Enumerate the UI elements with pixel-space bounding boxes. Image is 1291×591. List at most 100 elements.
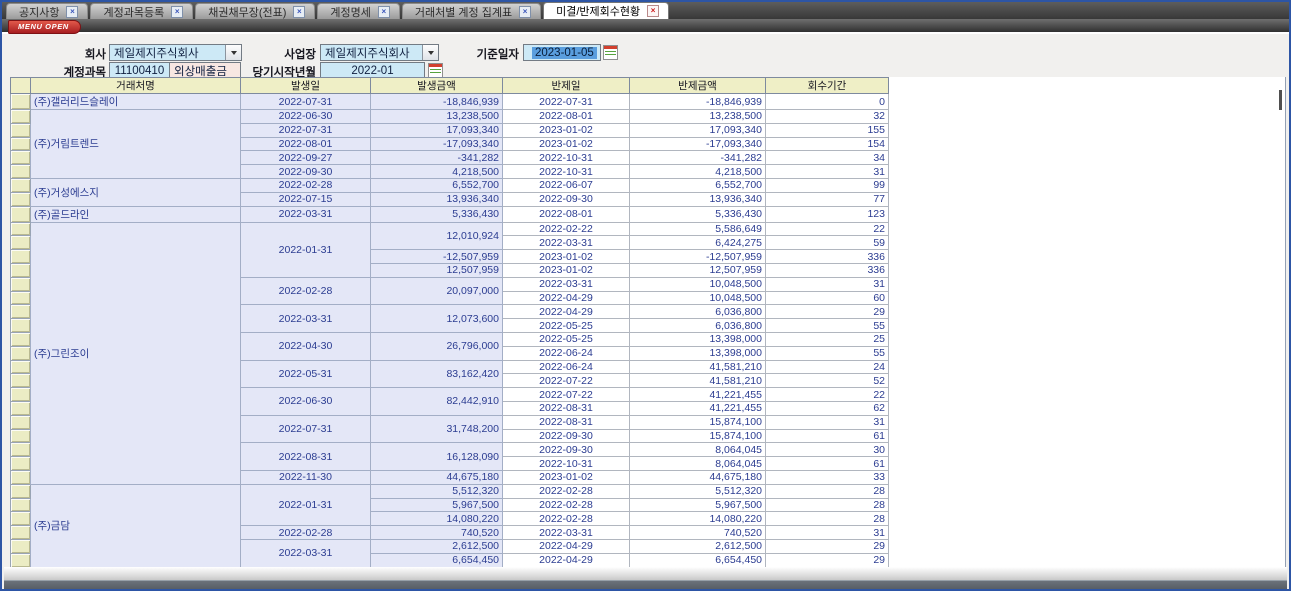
vendor-cell[interactable]: (주)거림트렌드 bbox=[31, 110, 241, 179]
occur-amount-cell[interactable]: 12,010,924 bbox=[371, 222, 503, 250]
settle-date-cell[interactable]: 2022-03-31 bbox=[503, 526, 630, 540]
menu-open-button[interactable]: MENU OPEN bbox=[8, 20, 81, 34]
collection-days-cell[interactable]: 154 bbox=[766, 137, 889, 151]
vendor-cell[interactable]: (주)골드라인 bbox=[31, 206, 241, 222]
collection-days-cell[interactable]: 29 bbox=[766, 539, 889, 553]
settle-date-cell[interactable]: 2022-04-29 bbox=[503, 291, 630, 305]
column-header-3[interactable]: 반제일 bbox=[503, 78, 630, 94]
collection-days-cell[interactable]: 336 bbox=[766, 250, 889, 264]
occur-date-cell[interactable]: 2022-04-30 bbox=[241, 332, 371, 360]
row-selector-cell[interactable] bbox=[11, 236, 31, 250]
row-selector-cell[interactable] bbox=[11, 526, 31, 540]
row-selector-cell[interactable] bbox=[11, 484, 31, 498]
tab-close-icon[interactable]: × bbox=[293, 6, 305, 18]
settle-date-cell[interactable]: 2022-03-31 bbox=[503, 277, 630, 291]
occur-amount-cell[interactable]: -12,507,959 bbox=[371, 250, 503, 264]
occur-amount-cell[interactable]: 5,336,430 bbox=[371, 206, 503, 222]
settle-date-cell[interactable]: 2022-04-29 bbox=[503, 305, 630, 319]
vendor-cell[interactable]: (주)그린조이 bbox=[31, 222, 241, 484]
settle-date-cell[interactable]: 2022-02-22 bbox=[503, 222, 630, 236]
occur-amount-cell[interactable]: -17,093,340 bbox=[371, 137, 503, 151]
settle-date-cell[interactable]: 2022-07-22 bbox=[503, 374, 630, 388]
settle-date-cell[interactable]: 2023-01-02 bbox=[503, 123, 630, 137]
row-selector-cell[interactable] bbox=[11, 151, 31, 165]
occur-date-cell[interactable]: 2022-03-31 bbox=[241, 539, 371, 567]
settle-amount-cell[interactable]: 5,586,649 bbox=[630, 222, 766, 236]
column-header-0[interactable]: 거래처명 bbox=[31, 78, 241, 94]
settle-amount-cell[interactable]: 14,080,220 bbox=[630, 512, 766, 526]
occur-amount-cell[interactable]: 82,442,910 bbox=[371, 388, 503, 416]
settle-amount-cell[interactable]: 15,874,100 bbox=[630, 415, 766, 429]
occur-amount-cell[interactable]: 6,654,450 bbox=[371, 553, 503, 567]
occur-date-cell[interactable]: 2022-08-31 bbox=[241, 443, 371, 471]
occur-amount-cell[interactable]: 31,748,200 bbox=[371, 415, 503, 443]
column-header-2[interactable]: 발생금액 bbox=[371, 78, 503, 94]
row-selector-cell[interactable] bbox=[11, 346, 31, 360]
occur-date-cell[interactable]: 2022-08-01 bbox=[241, 137, 371, 151]
row-selector-cell[interactable] bbox=[11, 192, 31, 206]
collection-days-cell[interactable]: 31 bbox=[766, 415, 889, 429]
settle-amount-cell[interactable]: 10,048,500 bbox=[630, 277, 766, 291]
chevron-down-icon[interactable] bbox=[422, 45, 438, 60]
collection-days-cell[interactable]: 32 bbox=[766, 110, 889, 124]
settle-date-cell[interactable]: 2022-06-24 bbox=[503, 360, 630, 374]
settle-date-cell[interactable]: 2022-06-07 bbox=[503, 178, 630, 192]
settle-date-cell[interactable]: 2022-07-22 bbox=[503, 388, 630, 402]
row-selector-cell[interactable] bbox=[11, 305, 31, 319]
row-selector-cell[interactable] bbox=[11, 94, 31, 110]
settle-amount-cell[interactable]: 4,218,500 bbox=[630, 165, 766, 179]
tab-close-icon[interactable]: × bbox=[378, 6, 390, 18]
settle-amount-cell[interactable]: 6,654,450 bbox=[630, 553, 766, 567]
settle-date-cell[interactable]: 2022-09-30 bbox=[503, 443, 630, 457]
collection-days-cell[interactable]: 59 bbox=[766, 236, 889, 250]
settle-amount-cell[interactable]: -17,093,340 bbox=[630, 137, 766, 151]
occur-amount-cell[interactable]: 5,512,320 bbox=[371, 484, 503, 498]
occur-amount-cell[interactable]: 17,093,340 bbox=[371, 123, 503, 137]
row-selector-cell[interactable] bbox=[11, 498, 31, 512]
occur-amount-cell[interactable]: 83,162,420 bbox=[371, 360, 503, 388]
occur-amount-cell[interactable]: 26,796,000 bbox=[371, 332, 503, 360]
collection-days-cell[interactable]: 61 bbox=[766, 429, 889, 443]
row-selector-cell[interactable] bbox=[11, 512, 31, 526]
tab-close-icon[interactable]: × bbox=[171, 6, 183, 18]
settle-date-cell[interactable]: 2022-02-28 bbox=[503, 512, 630, 526]
settle-amount-cell[interactable]: -341,282 bbox=[630, 151, 766, 165]
settle-amount-cell[interactable]: 13,398,000 bbox=[630, 346, 766, 360]
settle-amount-cell[interactable]: 6,036,800 bbox=[630, 305, 766, 319]
settle-amount-cell[interactable]: 13,936,340 bbox=[630, 192, 766, 206]
row-selector-cell[interactable] bbox=[11, 457, 31, 471]
row-selector-cell[interactable] bbox=[11, 206, 31, 222]
settle-amount-cell[interactable]: 2,612,500 bbox=[630, 539, 766, 553]
settle-amount-cell[interactable]: 17,093,340 bbox=[630, 123, 766, 137]
calendar-icon[interactable] bbox=[603, 45, 618, 60]
settle-date-cell[interactable]: 2022-08-31 bbox=[503, 415, 630, 429]
occur-date-cell[interactable]: 2022-07-15 bbox=[241, 192, 371, 206]
occur-date-cell[interactable]: 2022-03-31 bbox=[241, 305, 371, 333]
row-selector-cell[interactable] bbox=[11, 123, 31, 137]
tab-0[interactable]: 공지사항× bbox=[6, 3, 88, 19]
settle-amount-cell[interactable]: 41,581,210 bbox=[630, 374, 766, 388]
tab-3[interactable]: 계정명세× bbox=[317, 3, 399, 19]
occur-amount-cell[interactable]: 740,520 bbox=[371, 526, 503, 540]
settle-amount-cell[interactable]: 10,048,500 bbox=[630, 291, 766, 305]
collection-days-cell[interactable]: 34 bbox=[766, 151, 889, 165]
settle-amount-cell[interactable]: 6,424,275 bbox=[630, 236, 766, 250]
row-selector-cell[interactable] bbox=[11, 277, 31, 291]
occur-amount-cell[interactable]: 12,507,959 bbox=[371, 263, 503, 277]
settle-date-cell[interactable]: 2022-08-01 bbox=[503, 206, 630, 222]
settle-date-cell[interactable]: 2022-04-29 bbox=[503, 539, 630, 553]
collection-days-cell[interactable]: 29 bbox=[766, 305, 889, 319]
occur-date-cell[interactable]: 2022-06-30 bbox=[241, 388, 371, 416]
settle-date-cell[interactable]: 2022-10-31 bbox=[503, 151, 630, 165]
base-date-input[interactable]: 2023-01-05 bbox=[523, 44, 601, 61]
occur-amount-cell[interactable]: 14,080,220 bbox=[371, 512, 503, 526]
column-header-1[interactable]: 발생일 bbox=[241, 78, 371, 94]
settle-amount-cell[interactable]: 8,064,045 bbox=[630, 457, 766, 471]
row-selector-cell[interactable] bbox=[11, 222, 31, 236]
column-header-4[interactable]: 반제금액 bbox=[630, 78, 766, 94]
occur-amount-cell[interactable]: 6,552,700 bbox=[371, 178, 503, 192]
settle-date-cell[interactable]: 2022-08-31 bbox=[503, 401, 630, 415]
collection-days-cell[interactable]: 336 bbox=[766, 263, 889, 277]
collection-days-cell[interactable]: 29 bbox=[766, 553, 889, 567]
tab-4[interactable]: 거래처별 계정 집계표× bbox=[402, 3, 541, 19]
